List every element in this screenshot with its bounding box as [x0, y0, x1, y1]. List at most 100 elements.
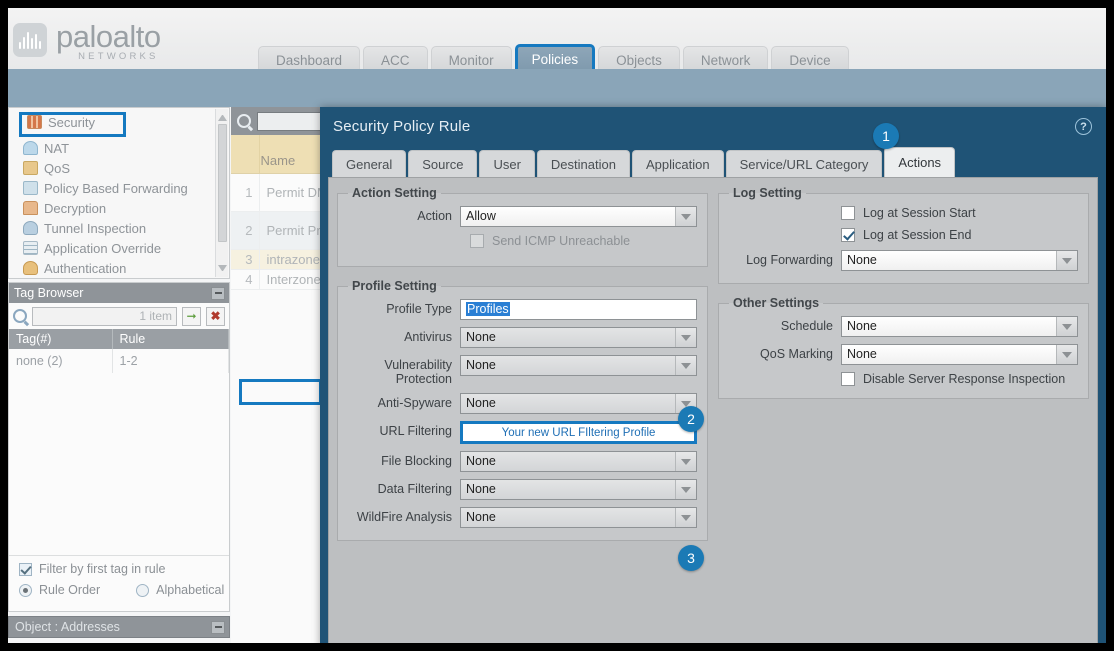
sidebar-item-qos[interactable]: QoS — [9, 158, 229, 178]
other-settings-legend: Other Settings — [733, 296, 820, 310]
rule-order-radio[interactable] — [19, 583, 32, 597]
antivirus-label: Antivirus — [404, 330, 452, 344]
action-setting-group: Action Setting Action Allow Send ICMP Un… — [337, 186, 708, 267]
chevron-down-icon[interactable] — [1056, 317, 1077, 336]
minimize-icon[interactable] — [211, 286, 225, 300]
vulnerability-protection-dropdown[interactable]: None — [460, 355, 697, 376]
sidebar-item-nat[interactable]: NAT — [9, 138, 229, 158]
dialog-title: Security Policy Rule — [333, 118, 471, 135]
sidebar-item-tunnel-inspection[interactable]: Tunnel Inspection — [9, 218, 229, 238]
tab-service-url-category[interactable]: Service/URL Category — [725, 150, 883, 177]
object-selector-label: Object : Addresses — [15, 620, 120, 634]
log-forwarding-row: Log Forwarding None — [729, 250, 1078, 271]
tab-user[interactable]: User — [479, 150, 535, 177]
qos-marking-dropdown[interactable]: None — [841, 344, 1078, 365]
sidebar-item-label: Tunnel Inspection — [44, 220, 147, 236]
chevron-down-icon[interactable] — [675, 328, 696, 347]
antivirus-dropdown[interactable]: None — [460, 327, 697, 348]
disable-server-response-inspection-checkbox[interactable] — [841, 372, 855, 386]
wildfire-analysis-row: WildFire Analysis None — [348, 507, 697, 528]
sidebar-scrollbar[interactable] — [215, 109, 228, 277]
tag-table-header-row: Tag(#) Rule — [9, 329, 229, 349]
file-blocking-label: File Blocking — [381, 454, 452, 468]
tag-search-input[interactable]: 1 item — [32, 306, 177, 326]
filter-by-first-tag-checkbox[interactable] — [19, 562, 32, 576]
brand-logo: paloalto NETWORKS — [13, 20, 161, 62]
send-icmp-unreachable-row: Send ICMP Unreachable — [470, 234, 697, 248]
security-policy-rule-dialog: Security Policy Rule ? General Source Us… — [320, 107, 1106, 643]
sort-order-group: Rule Order Alphabetical — [19, 583, 229, 597]
tab-destination[interactable]: Destination — [536, 150, 630, 177]
object-selector-toggle-icon[interactable] — [211, 620, 225, 634]
authentication-icon — [23, 261, 38, 275]
tag-cell: none (2) — [9, 349, 113, 373]
data-filtering-dropdown[interactable]: None — [460, 479, 697, 500]
sidebar-item-label: Policy Based Forwarding — [44, 180, 188, 196]
clear-filter-icon[interactable]: ✖ — [206, 306, 225, 326]
brand-name: paloalto — [56, 19, 161, 54]
chevron-down-icon[interactable] — [1056, 251, 1077, 270]
main-body: Security NAT QoS Policy Based Forwarding — [8, 107, 1106, 643]
other-settings-group: Other Settings Schedule None QoS Marking… — [718, 296, 1089, 399]
callout-badge-2: 2 — [678, 406, 704, 432]
log-forwarding-dropdown[interactable]: None — [841, 250, 1078, 271]
tab-source[interactable]: Source — [408, 150, 478, 177]
sidebar-item-policy-based-forwarding[interactable]: Policy Based Forwarding — [9, 178, 229, 198]
log-setting-group: Log Setting Log at Session Start Log at … — [718, 186, 1089, 284]
apply-filter-icon[interactable]: ➞ — [182, 306, 201, 326]
tab-general[interactable]: General — [332, 150, 407, 177]
sidebar-item-authentication[interactable]: Authentication — [9, 258, 229, 278]
policy-nav-panel: Security NAT QoS Policy Based Forwarding — [8, 107, 230, 279]
log-forwarding-value: None — [842, 251, 1056, 270]
tab-application[interactable]: Application — [631, 150, 724, 177]
search-icon — [237, 114, 251, 128]
chevron-down-icon[interactable] — [675, 508, 696, 527]
profile-type-label: Profile Type — [386, 302, 452, 316]
chevron-down-icon[interactable] — [675, 452, 696, 471]
action-row: Action Allow — [348, 206, 697, 227]
schedule-dropdown[interactable]: None — [841, 316, 1078, 337]
sidebar-item-label: NAT — [44, 140, 70, 156]
chevron-down-icon[interactable] — [675, 207, 696, 226]
rule-cell: 1-2 — [112, 349, 229, 373]
alphabetical-label: Alphabetical — [156, 583, 225, 597]
file-blocking-dropdown[interactable]: None — [460, 451, 697, 472]
url-filtering-dropdown[interactable]: Your new URL FIltering Profile — [460, 421, 697, 444]
tag-browser-header: Tag Browser — [9, 283, 229, 303]
scroll-up-icon[interactable] — [218, 112, 227, 121]
log-at-session-end-checkbox[interactable] — [841, 228, 855, 242]
alphabetical-radio[interactable] — [136, 583, 150, 597]
scrollbar-thumb[interactable] — [218, 124, 227, 242]
tab-actions[interactable]: Actions — [884, 147, 956, 177]
log-at-session-start-label: Log at Session Start — [863, 206, 976, 220]
top-bar: paloalto NETWORKS Dashboard ACC Monitor … — [8, 8, 1106, 75]
tag-browser-panel: Tag Browser 1 item ➞ ✖ Tag(#) Rule none … — [8, 282, 230, 612]
file-blocking-value: None — [461, 452, 675, 471]
profile-type-input[interactable]: Profiles — [460, 299, 697, 320]
log-forwarding-label: Log Forwarding — [746, 253, 833, 267]
scroll-down-icon[interactable] — [218, 265, 227, 274]
data-filtering-label: Data Filtering — [377, 482, 452, 496]
dialog-left-column: Action Setting Action Allow Send ICMP Un… — [337, 186, 708, 553]
log-at-session-start-checkbox[interactable] — [841, 206, 855, 220]
filter-by-first-tag-row[interactable]: Filter by first tag in rule — [19, 562, 229, 576]
help-icon[interactable]: ? — [1075, 118, 1092, 135]
chevron-down-icon[interactable] — [675, 356, 696, 375]
file-blocking-row: File Blocking None — [348, 451, 697, 472]
sidebar-item-security[interactable]: Security — [19, 112, 126, 137]
anti-spyware-dropdown[interactable]: None — [460, 393, 697, 414]
wildfire-analysis-dropdown[interactable]: None — [460, 507, 697, 528]
qos-marking-value: None — [842, 345, 1056, 364]
sidebar-item-application-override[interactable]: Application Override — [9, 238, 229, 258]
chevron-down-icon[interactable] — [675, 480, 696, 499]
table-row[interactable]: none (2) 1-2 — [9, 349, 229, 373]
chevron-down-icon[interactable] — [1056, 345, 1077, 364]
send-icmp-unreachable-checkbox[interactable] — [470, 234, 484, 248]
rule-column-header[interactable]: Rule — [112, 329, 229, 349]
action-dropdown[interactable]: Allow — [460, 206, 697, 227]
object-selector-bar[interactable]: Object : Addresses — [8, 616, 230, 638]
sidebar-item-decryption[interactable]: Decryption — [9, 198, 229, 218]
tag-column-header[interactable]: Tag(#) — [9, 329, 113, 349]
application-window: paloalto NETWORKS Dashboard ACC Monitor … — [8, 8, 1106, 643]
nat-icon — [23, 141, 38, 155]
